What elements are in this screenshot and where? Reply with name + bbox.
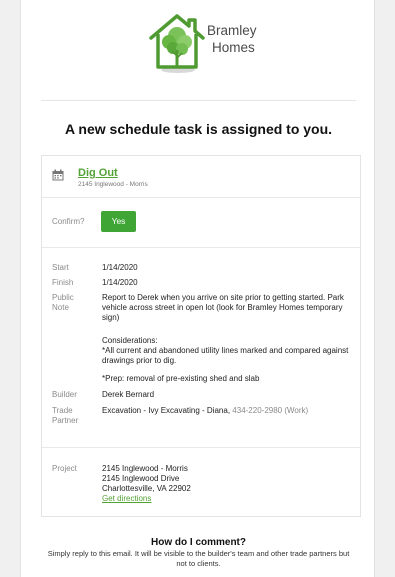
task-address: 2145 Inglewood - Morris: [78, 181, 148, 188]
trade-partner-value: Excavation - Ivy Excavating - Diana, 434…: [102, 406, 354, 416]
task-card: Dig Out 2145 Inglewood - Morris Confirm?…: [41, 155, 361, 517]
project-address: 2145 Inglewood - Morris 2145 Inglewood D…: [102, 464, 354, 504]
start-label: Start: [52, 263, 69, 272]
confirm-section: Confirm? Yes: [42, 198, 360, 248]
builder-label: Builder: [52, 390, 77, 399]
confirm-label: Confirm?: [52, 217, 85, 226]
calendar-icon: [52, 169, 64, 181]
trade-partner-label: Trade Partner: [52, 406, 78, 426]
confirm-yes-button[interactable]: Yes: [101, 211, 136, 232]
project-line1: 2145 Inglewood - Morris: [102, 464, 188, 473]
page-title: A new schedule task is assigned to you.: [64, 121, 333, 137]
brand-logo: Bramley Homes: [21, 12, 376, 78]
public-note-label-line1: Public: [52, 293, 74, 302]
header-divider: [41, 100, 356, 101]
public-note-paragraph-3: *All current and abandoned utility lines…: [102, 346, 349, 365]
trade-partner-phone: 434-220-2980 (Work): [232, 406, 309, 415]
builder-value: Derek Bernard: [102, 390, 155, 399]
brand-name: Bramley Homes: [207, 22, 257, 56]
trade-partner-label-line2: Partner: [52, 416, 79, 425]
brand-name-line1: Bramley: [207, 23, 257, 38]
task-title-link[interactable]: Dig Out: [78, 167, 118, 179]
trade-partner-name: Excavation - Ivy Excavating - Diana,: [102, 406, 231, 415]
public-note-label: Public Note: [52, 293, 74, 313]
public-note-paragraph-4: *Prep: removal of pre-existing shed and …: [102, 374, 260, 383]
comment-help-title: How do I comment?: [151, 537, 246, 548]
task-details: Start 1/14/2020 Finish 1/14/2020 Public …: [42, 248, 360, 448]
get-directions-link[interactable]: Get directions: [102, 494, 354, 504]
project-line2: 2145 Inglewood Drive: [102, 474, 180, 483]
project-section: Project 2145 Inglewood - Morris 2145 Ing…: [42, 448, 360, 516]
finish-value: 1/14/2020: [102, 278, 138, 287]
project-line3: Charlottesville, VA 22902: [102, 484, 191, 493]
task-header: Dig Out 2145 Inglewood - Morris: [42, 156, 360, 198]
finish-label: Finish: [52, 278, 74, 287]
project-label: Project: [52, 464, 77, 473]
brand-name-line2: Homes: [212, 40, 255, 55]
public-note-paragraph-2: Considerations:: [102, 336, 158, 345]
public-note-paragraph-1: Report to Derek when you arrive on site …: [102, 293, 344, 322]
trade-partner-label-line1: Trade: [52, 406, 73, 415]
email-body: Bramley Homes A new schedule task is ass…: [20, 0, 375, 577]
comment-help-text: Simply reply to this email. It will be v…: [47, 549, 350, 568]
start-value: 1/14/2020: [102, 263, 138, 272]
public-note-label-line2: Note: [52, 303, 69, 312]
house-tree-logo-icon: [149, 14, 205, 73]
